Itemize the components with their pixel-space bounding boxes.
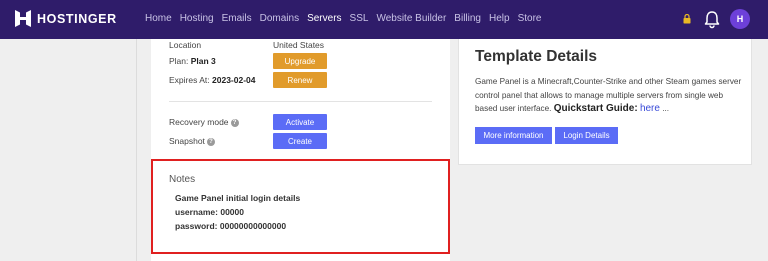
plan-row: Plan: Plan 3 [169,56,216,66]
quickstart-label: Quickstart Guide: [553,103,638,114]
notes-username: username: 00000 [175,207,244,217]
expires-label: Expires At: [169,75,210,85]
main-menu: Home Hosting Emails Domains Servers SSL … [145,13,549,24]
plan-label: Plan: [169,56,189,66]
hostinger-logo-icon [15,10,31,27]
menu-item-billing[interactable]: Billing [454,13,481,24]
help-icon[interactable]: ? [206,137,215,146]
upgrade-button[interactable]: Upgrade [273,53,327,69]
login-details-button[interactable]: Login Details [555,127,618,144]
notifications-bell-icon[interactable] [703,10,721,29]
ellipsis: ... [662,104,670,113]
quickstart-link[interactable]: here [640,103,660,114]
notes-title: Notes [169,174,196,185]
user-avatar[interactable]: H [730,9,750,29]
more-information-button[interactable]: More information [475,127,552,144]
help-icon[interactable]: ? [230,118,239,127]
expires-value: 2023-02-04 [212,75,256,85]
template-details-panel: Template Details Game Panel is a Minecra… [458,39,752,165]
menu-item-website-builder[interactable]: Website Builder [376,13,446,24]
menu-item-ssl[interactable]: SSL [350,13,369,24]
menu-item-home[interactable]: Home [145,13,172,24]
notes-line: Game Panel initial login details [175,193,301,203]
notes-box: Notes Game Panel initial login details u… [151,159,450,254]
server-details-panel: Location United States Plan: Plan 3 Upgr… [151,39,450,261]
brand-name: HOSTINGER [37,11,117,26]
snapshot-label: Snapshot [169,136,205,146]
recovery-mode-label: Recovery mode [169,117,229,127]
menu-item-emails[interactable]: Emails [222,13,252,24]
menu-item-store[interactable]: Store [518,13,542,24]
activate-button[interactable]: Activate [273,114,327,130]
section-divider [169,101,432,102]
brand[interactable]: HOSTINGER [15,10,117,27]
expires-row: Expires At: 2023-02-04 [169,75,256,85]
menu-item-help[interactable]: Help [489,13,510,24]
menu-item-domains[interactable]: Domains [260,13,299,24]
lock-icon [683,14,691,24]
recovery-row: Recovery mode? [169,117,239,127]
top-navigation: HOSTINGER Home Hosting Emails Domains Se… [0,0,768,39]
sidebar [0,39,137,261]
snapshot-row: Snapshot? [169,136,215,146]
plan-value: Plan 3 [190,56,216,66]
template-title: Template Details [475,48,598,65]
menu-item-servers[interactable]: Servers [307,13,341,24]
notes-password: password: 00000000000000 [175,221,287,231]
location-label: Location [169,40,202,50]
menu-item-hosting[interactable]: Hosting [180,13,214,24]
renew-button[interactable]: Renew [273,72,327,88]
location-value: United States [273,40,325,50]
create-button[interactable]: Create [273,133,327,149]
template-description: Game Panel is a Minecraft,Counter-Strike… [475,75,745,116]
